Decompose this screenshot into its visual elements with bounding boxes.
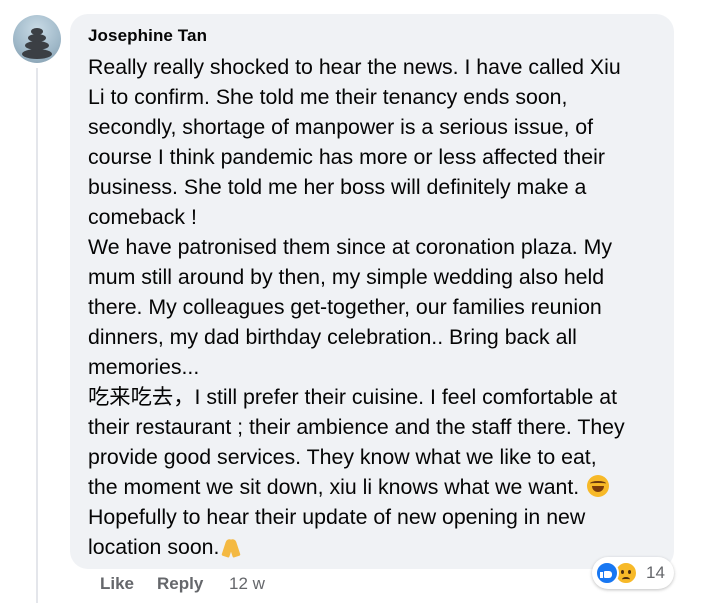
like-icon bbox=[595, 561, 619, 585]
laughing-tears-emoji-icon bbox=[587, 475, 610, 497]
comment-bubble: Josephine Tan Really really shocked to h… bbox=[70, 14, 674, 569]
comment-line: location soon. bbox=[88, 535, 220, 559]
comment-line: course I think pandemic has more or less… bbox=[88, 145, 605, 169]
comment-line: Really really shocked to hear the news. … bbox=[88, 55, 621, 79]
comment-body: Really really shocked to hear the news. … bbox=[88, 52, 658, 562]
comment-line-with-emoji: location soon. bbox=[88, 532, 658, 562]
timestamp-link[interactable]: 12 w bbox=[229, 574, 265, 594]
comment-line: Li to confirm. She told me their tenancy… bbox=[88, 85, 568, 109]
comment-line: 吃来吃去，I still prefer their cuisine. I fee… bbox=[88, 385, 618, 409]
comment-line: comeback ! bbox=[88, 205, 197, 229]
stone-shape bbox=[22, 49, 52, 59]
comment-line: their restaurant ; their ambience and th… bbox=[88, 415, 625, 439]
reaction-summary[interactable]: 14 bbox=[592, 557, 674, 589]
thread-line bbox=[36, 68, 38, 603]
comment-line: secondly, shortage of manpower is a seri… bbox=[88, 115, 594, 139]
comment-line-with-emoji: the moment we sit down, xiu li knows wha… bbox=[88, 472, 658, 502]
folded-hands-emoji-icon bbox=[220, 536, 242, 558]
comment-line: memories... bbox=[88, 355, 200, 379]
reaction-count: 14 bbox=[646, 563, 665, 582]
comment-line: the moment we sit down, xiu li knows wha… bbox=[88, 475, 580, 499]
comment-author[interactable]: Josephine Tan bbox=[88, 26, 207, 46]
comment-line: there. My colleagues get-together, our f… bbox=[88, 295, 602, 319]
comment-line: mum still around by then, my simple wedd… bbox=[88, 265, 605, 289]
reply-button[interactable]: Reply bbox=[157, 574, 203, 594]
comment-line: Hopefully to hear their update of new op… bbox=[88, 505, 586, 529]
stone-shape bbox=[25, 41, 49, 50]
comment-line: business. She told me her boss will defi… bbox=[88, 175, 587, 199]
comment-line: We have patronised them since at coronat… bbox=[88, 235, 613, 259]
avatar[interactable] bbox=[13, 15, 61, 63]
comment-line: dinners, my dad birthday celebration.. B… bbox=[88, 325, 577, 349]
stone-shape bbox=[31, 28, 43, 35]
comment-line: provide good services. They know what we… bbox=[88, 445, 597, 469]
stone-shape bbox=[28, 34, 46, 42]
like-button[interactable]: Like bbox=[100, 574, 134, 594]
